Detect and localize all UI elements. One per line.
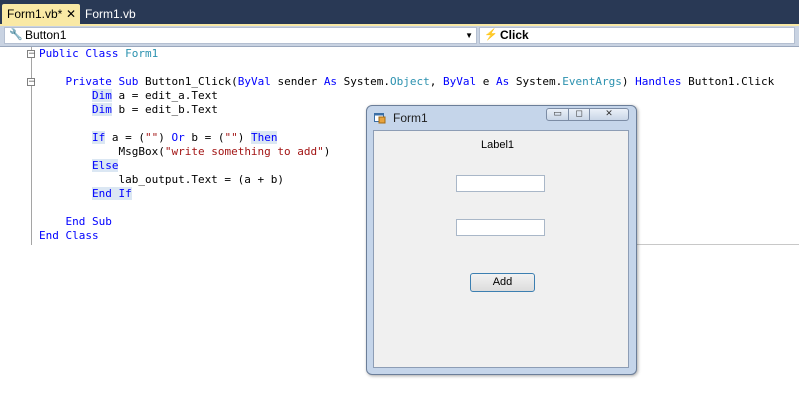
code-line: End If — [91, 187, 132, 200]
designer-surface — [637, 244, 799, 398]
collapse-icon[interactable]: − — [27, 78, 36, 87]
form-title: Form1 — [393, 111, 428, 125]
object-dropdown[interactable]: 🔧 Button1 ▼ — [4, 27, 477, 44]
event-dropdown-value: Click — [500, 28, 529, 42]
code-line: lab_output.Text = (a + b) — [39, 173, 285, 186]
label1: Label1 — [481, 139, 515, 151]
object-dropdown-value: Button1 — [25, 28, 67, 42]
form-title-bar[interactable]: Form1 ▭ ◻ ✕ — [367, 106, 636, 132]
code-line: End Sub — [65, 215, 112, 228]
close-icon[interactable]: ✕ — [66, 4, 76, 24]
close-button[interactable]: ✕ — [589, 108, 629, 121]
code-line: Public Class Form1 — [39, 47, 159, 60]
form1-window[interactable]: Form1 ▭ ◻ ✕ Label1 Add — [366, 105, 637, 375]
minimize-button[interactable]: ▭ — [546, 108, 569, 121]
control-icon: 🔧 — [9, 29, 23, 41]
collapse-icon[interactable]: − — [27, 50, 36, 59]
tab-label: Form1.vb* — [7, 7, 63, 21]
tab-form1-vb[interactable]: Form1.vb* ✕ — [2, 4, 80, 24]
navigation-bar: 🔧 Button1 ▼ ⚡ Click — [0, 26, 799, 47]
edit-a-textbox[interactable] — [456, 175, 545, 192]
code-line: Dim b = edit_b.Text — [91, 103, 218, 116]
document-tab-strip: Form1.vb* ✕ Form1.vb [Design] — [0, 0, 799, 41]
editor-margin — [0, 47, 22, 397]
code-line: MsgBox("write something to add") — [39, 145, 331, 158]
tab-form1-design[interactable]: Form1.vb [Design] — [81, 4, 177, 41]
code-line: Else — [91, 159, 119, 172]
code-line: Dim a = edit_a.Text — [91, 89, 218, 102]
event-dropdown[interactable]: ⚡ Click — [479, 27, 795, 44]
chevron-down-icon[interactable]: ▼ — [465, 28, 473, 43]
edit-b-textbox[interactable] — [456, 219, 545, 236]
maximize-button[interactable]: ◻ — [568, 108, 590, 121]
form-client-area: Label1 Add — [373, 130, 629, 368]
add-button[interactable]: Add — [470, 273, 535, 292]
code-line: End Class — [39, 229, 99, 242]
lightning-icon: ⚡ — [484, 29, 498, 41]
code-line: Private Sub Button1_Click(ByVal sender A… — [65, 75, 775, 88]
form-icon — [374, 113, 386, 124]
code-line: If a = ("") Or b = ("") Then — [91, 131, 278, 144]
